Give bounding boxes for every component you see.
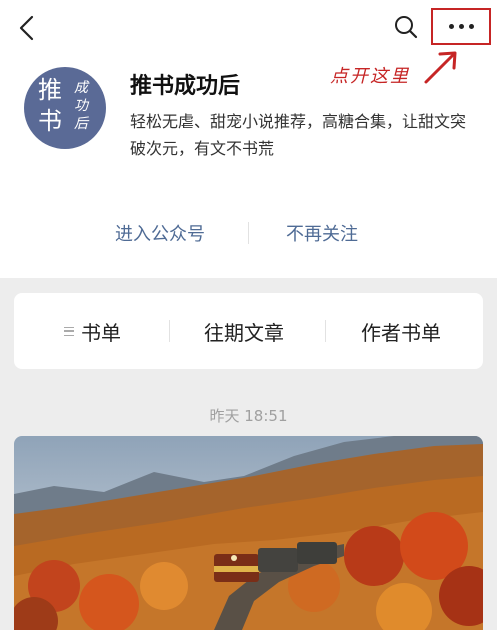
unfollow-button[interactable]: 不再关注 <box>286 220 358 246</box>
menu-item-author-booklist[interactable]: 作者书单 <box>361 293 441 369</box>
divider <box>325 320 326 342</box>
avatar-char-1: 推 <box>38 76 62 104</box>
article-cover-image[interactable] <box>14 436 483 630</box>
back-icon[interactable] <box>14 14 42 42</box>
menu-item-past-articles[interactable]: 往期文章 <box>204 293 284 369</box>
menu-item-label: 往期文章 <box>204 320 284 345</box>
account-menu: 书单 往期文章 作者书单 <box>14 293 483 369</box>
avatar-char-2: 书 <box>38 107 62 135</box>
divider <box>248 222 249 244</box>
menu-item-label: 作者书单 <box>361 320 441 345</box>
annotation-text: 点开这里 <box>330 66 410 87</box>
avatar[interactable]: 推 书 成功后 <box>24 67 106 149</box>
divider <box>169 320 170 342</box>
more-dots-icon[interactable] <box>433 10 489 43</box>
menu-item-label: 书单 <box>81 320 121 345</box>
menu-item-booklist[interactable]: 书单 <box>64 293 121 369</box>
enter-account-button[interactable]: 进入公众号 <box>115 220 205 246</box>
annotation-arrow-icon <box>424 51 457 84</box>
avatar-small-text: 成功后 <box>74 80 88 132</box>
list-icon <box>64 326 74 336</box>
account-description: 轻松无虐、甜宠小说推荐，高糖合集，让甜文突破次元，有文不书荒 <box>130 112 467 158</box>
annotation-highlight-box <box>431 8 491 45</box>
search-icon[interactable] <box>392 13 420 41</box>
message-timestamp: 昨天 18:51 <box>209 407 288 425</box>
action-bar: 进入公众号 不再关注 <box>0 216 497 250</box>
account-header: 点开这里 推 书 成功后 推书成功后 轻松无虐、甜宠小说推荐，高糖合集，让甜文突… <box>0 0 497 278</box>
account-name: 推书成功后 <box>130 74 241 99</box>
